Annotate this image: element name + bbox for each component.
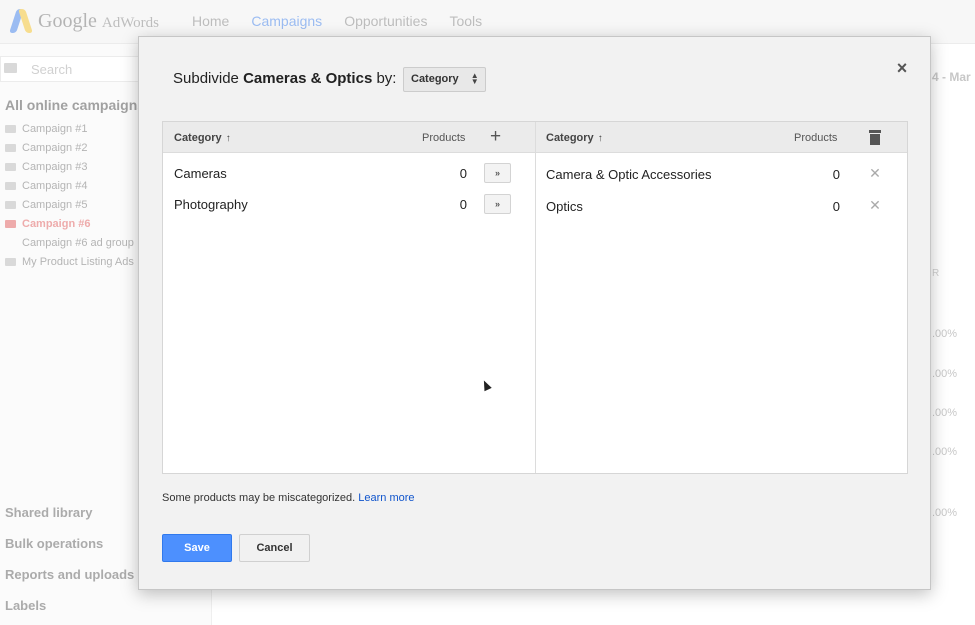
plus-icon[interactable]: +	[490, 127, 501, 146]
left-col-category[interactable]: Category ↑	[174, 132, 231, 144]
move-right-button[interactable]: »	[484, 163, 511, 183]
right-row-name: Optics	[546, 199, 583, 214]
table-divider	[535, 122, 536, 473]
left-col-products: Products	[422, 132, 466, 144]
remove-row-icon[interactable]: ✕	[869, 165, 881, 182]
close-icon[interactable]: ×	[893, 59, 911, 77]
right-col-products: Products	[794, 132, 838, 144]
move-right-button[interactable]: »	[484, 194, 511, 214]
dialog-title-subject: Cameras & Optics	[243, 70, 373, 87]
category-tables: Category ↑ Products + Category ↑ Products …	[162, 121, 908, 474]
left-row-name: Photography	[174, 197, 248, 212]
right-col-category[interactable]: Category ↑	[546, 132, 603, 144]
left-row-name: Cameras	[174, 166, 227, 181]
right-row-name: Camera & Optic Accessories	[546, 167, 712, 182]
sort-up-icon: ↑	[225, 133, 231, 144]
left-row-count: 0	[459, 166, 467, 181]
cancel-button[interactable]: Cancel	[239, 534, 310, 562]
left-row-count: 0	[459, 197, 467, 212]
right-row-count: 0	[832, 167, 840, 182]
dialog-title: Subdivide Cameras & Optics by:	[173, 70, 397, 87]
subdivide-dialog: Subdivide Cameras & Optics by: Category …	[138, 36, 931, 590]
trash-icon[interactable]	[869, 130, 881, 145]
learn-more-link[interactable]: Learn more	[358, 492, 414, 504]
miscategorized-note: Some products may be miscategorized. Lea…	[162, 492, 415, 504]
sort-up-icon: ↑	[597, 133, 603, 144]
right-row-count: 0	[832, 199, 840, 214]
select-arrows-icon: ▲ ▼	[470, 71, 479, 86]
dimension-select[interactable]: Category ▲ ▼	[403, 67, 486, 92]
remove-row-icon[interactable]: ✕	[869, 197, 881, 214]
save-button[interactable]: Save	[162, 534, 232, 562]
